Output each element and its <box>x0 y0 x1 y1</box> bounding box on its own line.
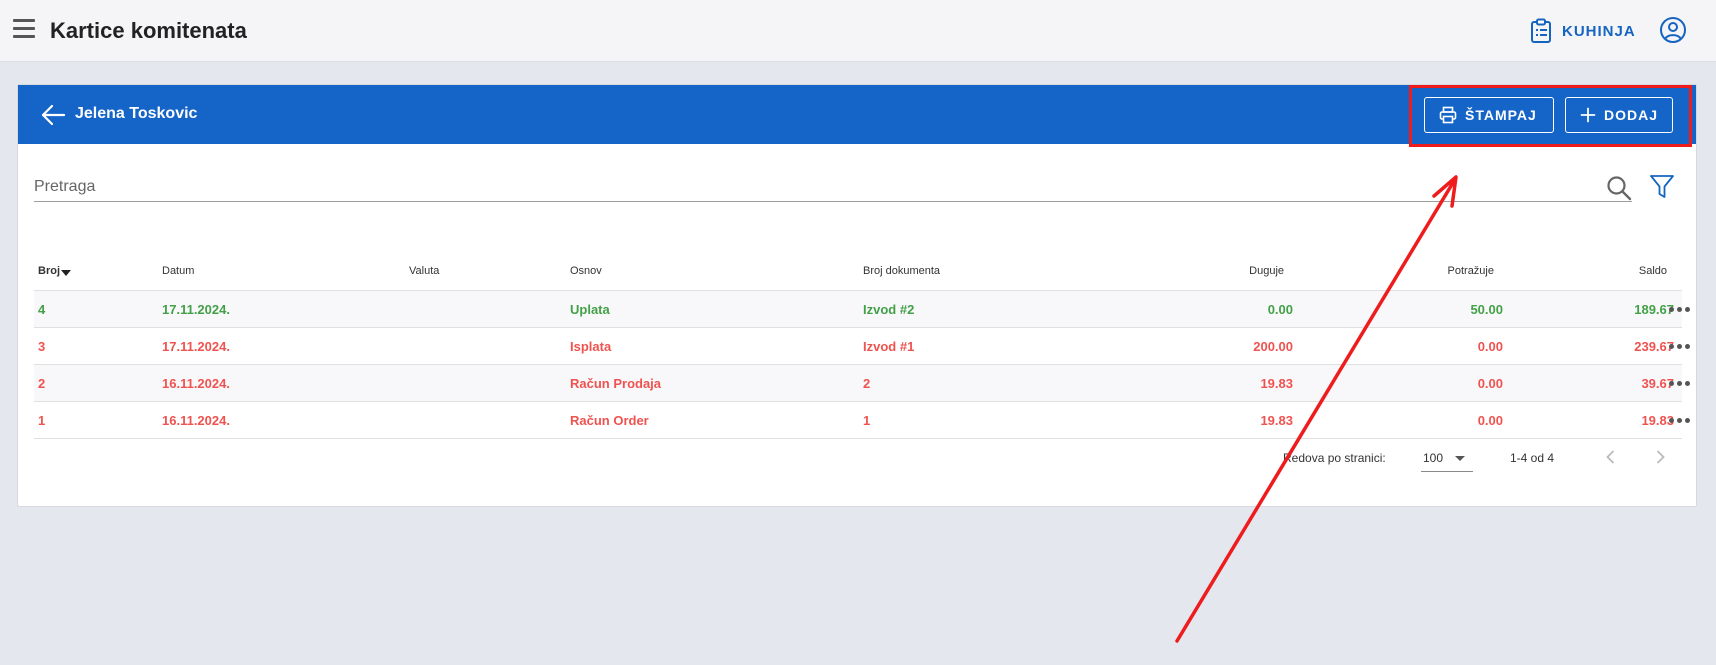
cell-duguje: 19.83 <box>1260 412 1293 428</box>
chevron-right-icon[interactable] <box>1650 447 1670 467</box>
rows-per-page-value: 100 <box>1423 451 1444 465</box>
column-header-datum[interactable]: Datum <box>162 251 362 290</box>
cell-datum: 16.11.2024. <box>162 412 230 428</box>
pagination-range: 1-4 od 4 <box>1510 451 1555 465</box>
cell-potrazuje: 0.00 <box>1477 412 1503 428</box>
table-row[interactable]: 3 17.11.2024. Isplata Izvod #1 200.00 0.… <box>34 328 1690 365</box>
cell-potrazuje: 0.00 <box>1477 338 1503 354</box>
table-row[interactable]: 2 16.11.2024. Račun Prodaja 2 19.83 0.00… <box>34 365 1690 402</box>
cell-broj-dokumenta: 1 <box>863 412 871 428</box>
column-header-osnov[interactable]: Osnov <box>570 251 820 290</box>
cell-broj: 1 <box>38 412 46 428</box>
cell-broj: 4 <box>38 301 46 317</box>
rows-per-page-label: Redova po stranici: <box>1283 451 1386 465</box>
kitchen-label: KUHINJA <box>1562 22 1636 40</box>
cell-broj-dokumenta: Izvod #1 <box>863 338 915 354</box>
page-title: Kartice komitenata <box>50 18 247 43</box>
cell-osnov: Račun Prodaja <box>570 375 662 391</box>
menu-icon[interactable] <box>13 19 35 43</box>
column-header-valuta[interactable]: Valuta <box>409 251 529 290</box>
cell-valuta <box>409 291 529 327</box>
cell-potrazuje: 50.00 <box>1470 301 1503 317</box>
caret-down-icon <box>1455 456 1465 461</box>
client-card: Jelena Toskovic ŠTAMPAJ DODAJ Broj <box>17 84 1697 507</box>
column-header-broj-label: Broj <box>38 264 60 277</box>
filter-icon[interactable] <box>1649 173 1675 201</box>
sort-desc-icon <box>61 270 71 276</box>
column-header-duguje[interactable]: Duguje <box>1134 251 1284 290</box>
cell-broj: 3 <box>38 338 46 354</box>
cell-valuta <box>409 365 529 401</box>
arrow-left-icon[interactable] <box>40 102 66 128</box>
kitchen-button[interactable]: KUHINJA <box>1530 16 1636 46</box>
more-horizontal-icon[interactable] <box>1669 365 1690 401</box>
clipboard-list-icon <box>1531 18 1551 43</box>
cell-broj-dokumenta: 2 <box>863 375 871 391</box>
cell-valuta <box>409 328 529 364</box>
account-circle-icon[interactable] <box>1659 16 1687 44</box>
cell-saldo: 239.67 <box>1634 338 1674 354</box>
cell-osnov: Račun Order <box>570 412 649 428</box>
column-header-potrazuje[interactable]: Potražuje <box>1374 251 1494 290</box>
annotation-highlight-box <box>1409 85 1692 147</box>
card-header: Jelena Toskovic ŠTAMPAJ DODAJ <box>18 85 1696 147</box>
table-header-row: Broj Datum Valuta Osnov Broj dokumenta D… <box>34 251 1682 291</box>
cell-duguje: 0.00 <box>1267 301 1293 317</box>
more-horizontal-icon[interactable] <box>1669 291 1690 327</box>
client-name: Jelena Toskovic <box>75 105 198 122</box>
chevron-left-icon[interactable] <box>1601 447 1621 467</box>
cell-duguje: 19.83 <box>1260 375 1293 391</box>
column-header-saldo[interactable]: Saldo <box>1574 251 1667 290</box>
more-horizontal-icon[interactable] <box>1669 328 1690 364</box>
cell-saldo: 19.83 <box>1641 412 1674 428</box>
table-row[interactable]: 4 17.11.2024. Uplata Izvod #2 0.00 50.00… <box>34 291 1690 328</box>
transactions-table: Broj Datum Valuta Osnov Broj dokumenta D… <box>34 251 1690 439</box>
cell-potrazuje: 0.00 <box>1477 375 1503 391</box>
app-toolbar: Kartice komitenata KUHINJA <box>0 0 1716 62</box>
cell-datum: 17.11.2024. <box>162 301 230 317</box>
cell-broj: 2 <box>38 375 46 391</box>
column-header-broj-dokumenta[interactable]: Broj dokumenta <box>863 251 1113 290</box>
cell-saldo: 39.67 <box>1641 375 1674 391</box>
cell-datum: 16.11.2024. <box>162 375 230 391</box>
cell-osnov: Isplata <box>570 338 612 354</box>
column-header-broj[interactable]: Broj <box>38 251 138 290</box>
cell-broj-dokumenta: Izvod #2 <box>863 301 915 317</box>
cell-saldo: 189.67 <box>1634 301 1674 317</box>
search-input[interactable] <box>34 172 1632 202</box>
cell-valuta <box>409 402 529 438</box>
more-horizontal-icon[interactable] <box>1669 402 1690 438</box>
cell-osnov: Uplata <box>570 301 610 317</box>
cell-datum: 17.11.2024. <box>162 338 230 354</box>
cell-duguje: 200.00 <box>1253 338 1293 354</box>
table-row[interactable]: 1 16.11.2024. Račun Order 1 19.83 0.00 1… <box>34 402 1690 439</box>
search-icon[interactable] <box>1606 175 1632 201</box>
rows-per-page-select[interactable]: 100 <box>1421 444 1473 472</box>
pagination: Redova po stranici: 100 1-4 od 4 <box>18 440 1696 476</box>
